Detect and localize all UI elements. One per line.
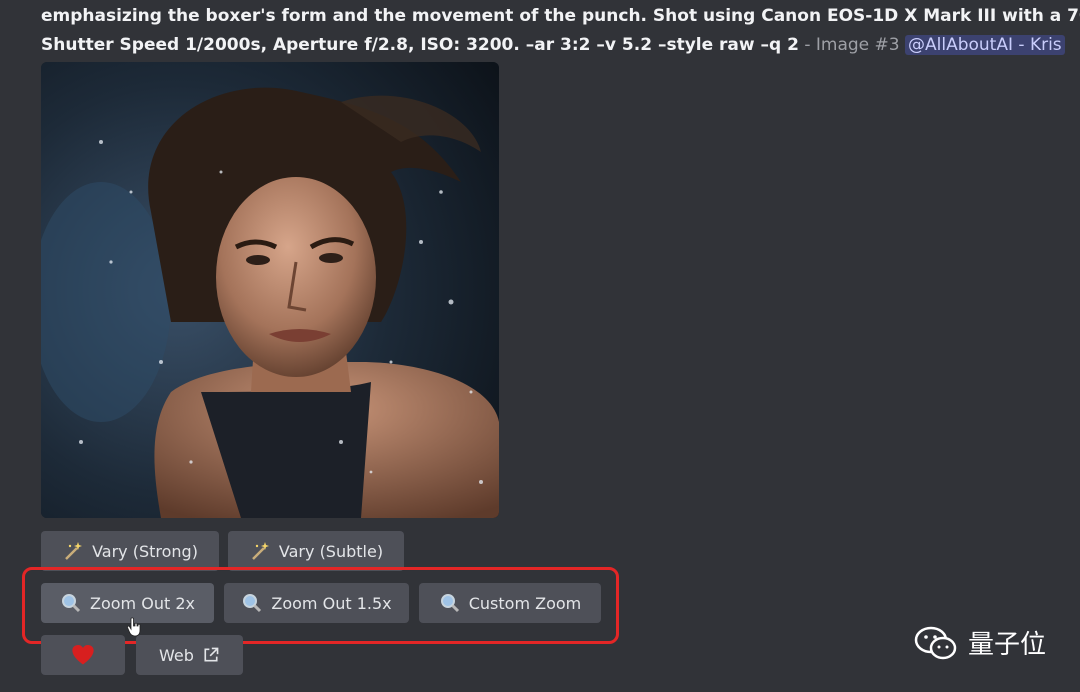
watermark-text: 量子位 (967, 630, 1046, 660)
heart-icon (72, 644, 94, 665)
hand-cursor-icon (127, 617, 141, 637)
message-content: emphasizing the boxer's form and the mov… (41, 2, 1080, 60)
vary-strong-button[interactable]: Vary (Strong) (41, 531, 219, 571)
image-number: - Image #3 (798, 35, 906, 55)
web-label: Web (159, 645, 194, 665)
boxer-photo (41, 62, 499, 518)
highlight-annotation (22, 567, 619, 644)
user-mention[interactable]: @AllAboutAI - Kris (905, 35, 1065, 55)
favorite-button[interactable] (41, 635, 125, 675)
magic-wand-icon (65, 542, 83, 560)
generated-image[interactable] (41, 62, 499, 518)
external-link-icon (204, 647, 219, 662)
prompt-line-1: emphasizing the boxer's form and the mov… (41, 6, 1080, 26)
web-button[interactable]: Web (136, 635, 243, 675)
watermark: 量子位 (914, 624, 1046, 661)
vary-strong-label: Vary (Strong) (92, 541, 198, 561)
vary-subtle-button[interactable]: Vary (Subtle) (228, 531, 404, 571)
magic-wand-icon (252, 542, 269, 560)
vary-subtle-label: Vary (Subtle) (278, 541, 384, 561)
wechat-icon (914, 626, 957, 659)
discord-chat-view: emphasizing the boxer's form and the mov… (0, 0, 1080, 692)
prompt-line-2: Shutter Speed 1/2000s, Aperture f/2.8, I… (41, 35, 799, 55)
